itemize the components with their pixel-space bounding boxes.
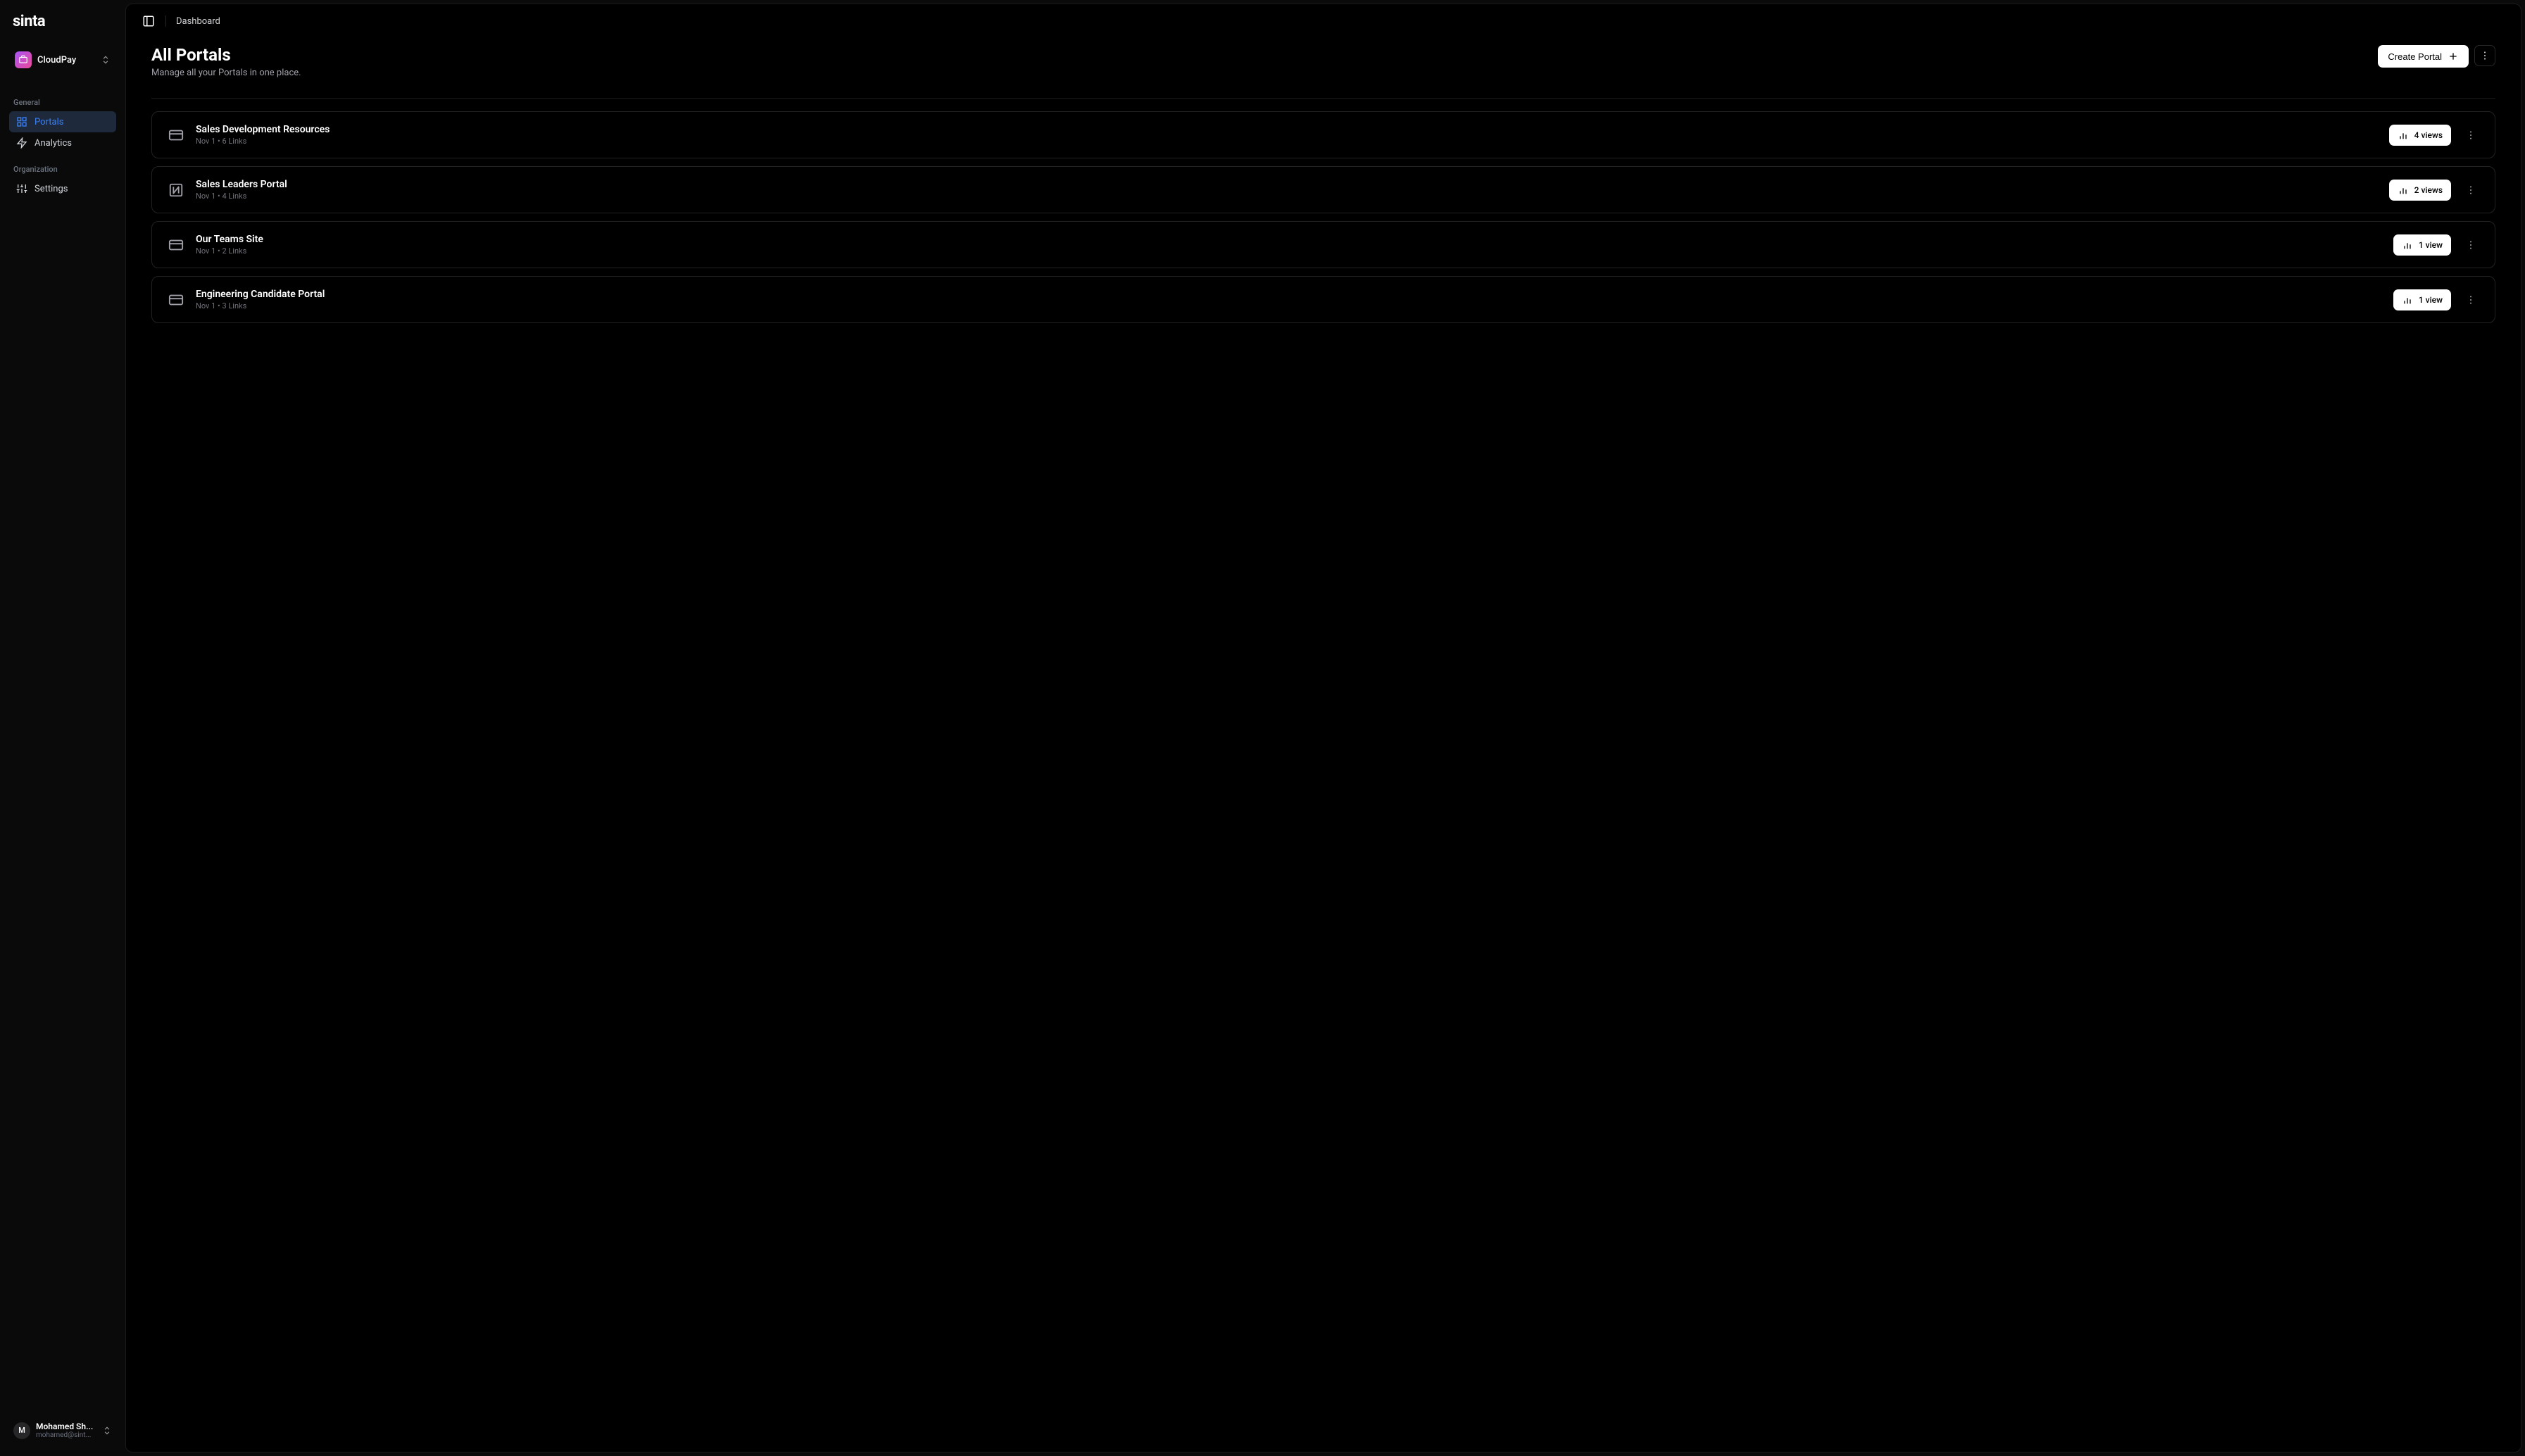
portal-card[interactable]: Sales Development Resources Nov 1 • 6 Li…	[151, 111, 2495, 158]
portal-card[interactable]: Sales Leaders Portal Nov 1 • 4 Links 2 v…	[151, 166, 2495, 213]
sidebar-item-label: Settings	[35, 184, 68, 194]
plus-icon	[2448, 51, 2459, 62]
views-badge[interactable]: 1 view	[2393, 234, 2451, 256]
portal-card[interactable]: Our Teams Site Nov 1 • 2 Links 1 view	[151, 221, 2495, 268]
sidebar-footer: M Mohamed Sh... mohamed@sint...	[0, 1417, 125, 1443]
sidebar-item-analytics[interactable]: Analytics	[9, 132, 116, 153]
portal-meta: Nov 1 • 6 Links	[196, 137, 2378, 146]
portals-icon	[16, 116, 27, 127]
portal-type-icon	[168, 182, 184, 199]
header-actions: Create Portal	[2378, 45, 2495, 68]
row-menu-button[interactable]	[2462, 182, 2479, 199]
bar-chart-icon	[2402, 294, 2413, 306]
settings-icon	[16, 183, 27, 194]
portal-type-icon	[168, 237, 184, 253]
portal-meta: Nov 1 • 4 Links	[196, 192, 2378, 201]
more-vertical-icon	[2465, 130, 2476, 141]
bar-chart-icon	[2398, 130, 2409, 141]
views-badge[interactable]: 2 views	[2389, 180, 2451, 201]
page-subtitle: Manage all your Portals in one place.	[151, 68, 301, 78]
bar-chart-icon	[2398, 184, 2409, 196]
portal-info: Our Teams Site Nov 1 • 2 Links	[196, 234, 2382, 256]
nav-section-label: General	[9, 92, 116, 111]
portal-title: Sales Development Resources	[196, 124, 2378, 135]
breadcrumb: Dashboard	[176, 16, 220, 27]
views-count: 1 view	[2419, 295, 2443, 305]
row-menu-button[interactable]	[2462, 291, 2479, 308]
content: All Portals Manage all your Portals in o…	[126, 38, 2521, 1452]
page-title: All Portals	[151, 45, 301, 65]
views-count: 4 views	[2414, 130, 2443, 140]
workspace-switcher[interactable]: CloudPay	[9, 47, 116, 73]
chevrons-up-down-icon	[102, 1426, 112, 1436]
sidebar: sinta CloudPay General P	[0, 0, 125, 1456]
portal-type-icon	[168, 127, 184, 144]
logo: sinta	[0, 13, 125, 30]
create-portal-button[interactable]: Create Portal	[2378, 45, 2469, 68]
views-count: 2 views	[2414, 185, 2443, 195]
portal-title: Our Teams Site	[196, 234, 2382, 245]
views-badge[interactable]: 4 views	[2389, 125, 2451, 146]
sidebar-item-label: Analytics	[35, 138, 72, 149]
workspace-icon	[15, 51, 32, 68]
panel-toggle-button[interactable]	[142, 14, 156, 28]
user-info: Mohamed Sh... mohamed@sint...	[36, 1422, 96, 1439]
page-header: All Portals Manage all your Portals in o…	[151, 45, 2495, 78]
more-vertical-icon	[2465, 184, 2476, 196]
portal-card[interactable]: Engineering Candidate Portal Nov 1 • 3 L…	[151, 276, 2495, 323]
analytics-icon	[16, 137, 27, 149]
bar-chart-icon	[2402, 239, 2413, 251]
more-vertical-icon	[2479, 50, 2490, 61]
sidebar-item-settings[interactable]: Settings	[9, 178, 116, 199]
sidebar-item-portals[interactable]: Portals	[9, 111, 116, 132]
divider	[165, 15, 166, 27]
portal-title: Engineering Candidate Portal	[196, 289, 2382, 300]
button-label: Create Portal	[2388, 51, 2442, 62]
more-vertical-icon	[2465, 294, 2476, 306]
nav-section-organization: Organization Settings	[0, 159, 125, 199]
portal-type-icon	[168, 291, 184, 308]
topbar: Dashboard	[126, 4, 2521, 38]
row-menu-button[interactable]	[2462, 237, 2479, 253]
more-vertical-icon	[2465, 239, 2476, 251]
nav-section-label: Organization	[9, 159, 116, 178]
views-badge[interactable]: 1 view	[2393, 289, 2451, 310]
portal-title: Sales Leaders Portal	[196, 179, 2378, 190]
user-name: Mohamed Sh...	[36, 1422, 96, 1431]
more-options-button[interactable]	[2474, 45, 2495, 66]
nav-section-general: General Portals Analytics	[0, 92, 125, 153]
portal-info: Sales Leaders Portal Nov 1 • 4 Links	[196, 179, 2378, 201]
portal-info: Sales Development Resources Nov 1 • 6 Li…	[196, 124, 2378, 146]
row-menu-button[interactable]	[2462, 127, 2479, 144]
divider	[151, 98, 2495, 99]
user-email: mohamed@sint...	[36, 1431, 96, 1439]
portal-list: Sales Development Resources Nov 1 • 6 Li…	[151, 111, 2495, 323]
sidebar-item-label: Portals	[35, 117, 63, 127]
chevrons-up-down-icon	[101, 55, 111, 65]
user-menu[interactable]: M Mohamed Sh... mohamed@sint...	[9, 1417, 116, 1443]
portal-meta: Nov 1 • 3 Links	[196, 301, 2382, 310]
portal-info: Engineering Candidate Portal Nov 1 • 3 L…	[196, 289, 2382, 310]
workspace-name: CloudPay	[37, 55, 95, 65]
portal-meta: Nov 1 • 2 Links	[196, 246, 2382, 256]
main: Dashboard All Portals Manage all your Po…	[125, 4, 2521, 1452]
avatar: M	[13, 1422, 30, 1439]
views-count: 1 view	[2419, 240, 2443, 250]
